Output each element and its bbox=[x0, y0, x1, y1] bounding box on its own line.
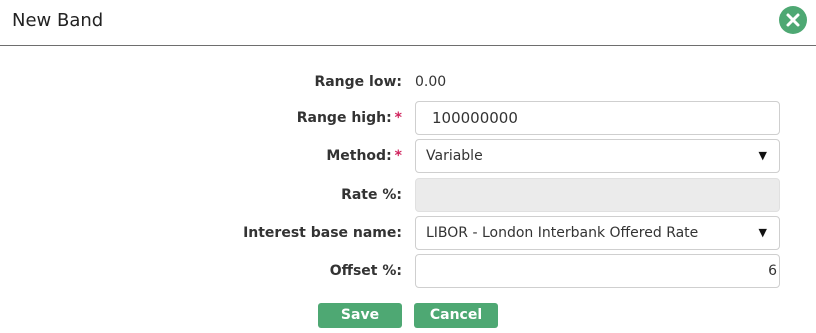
method-selected-value: Variable bbox=[426, 148, 483, 164]
chevron-down-icon: ▼ bbox=[758, 226, 767, 239]
range-high-label-text: Range high: bbox=[296, 110, 392, 126]
interest-base-select[interactable]: LIBOR - London Interbank Offered Rate ▼ bbox=[415, 216, 780, 250]
required-marker: * bbox=[394, 148, 402, 164]
offset-label: Offset %: bbox=[329, 263, 402, 279]
range-low-value: 0.00 bbox=[415, 74, 447, 90]
rate-label: Rate %: bbox=[341, 187, 402, 203]
save-button[interactable]: Save bbox=[318, 303, 402, 328]
interest-base-label: Interest base name: bbox=[243, 225, 402, 241]
method-select[interactable]: Variable ▼ bbox=[415, 139, 780, 173]
close-button[interactable] bbox=[779, 6, 807, 34]
method-label-text: Method: bbox=[326, 148, 392, 164]
offset-input[interactable]: 6 bbox=[415, 254, 780, 288]
rate-input bbox=[415, 178, 780, 212]
new-band-dialog: New Band Range low: 0.00 Range high: * 10… bbox=[0, 0, 816, 333]
range-low-label: Range low: bbox=[314, 74, 402, 90]
chevron-down-icon: ▼ bbox=[758, 149, 767, 162]
close-icon bbox=[786, 13, 800, 27]
dialog-title: New Band bbox=[12, 10, 104, 31]
range-high-input[interactable]: 100000000 bbox=[415, 101, 780, 135]
range-high-label: Range high: * bbox=[297, 110, 402, 126]
cancel-button[interactable]: Cancel bbox=[414, 303, 498, 328]
required-marker: * bbox=[394, 110, 402, 126]
dialog-header: New Band bbox=[0, 0, 816, 46]
interest-base-selected-value: LIBOR - London Interbank Offered Rate bbox=[426, 225, 699, 241]
method-label: Method: * bbox=[326, 148, 402, 164]
